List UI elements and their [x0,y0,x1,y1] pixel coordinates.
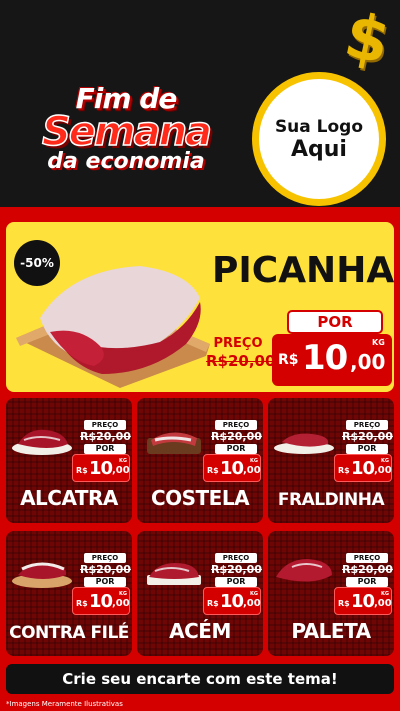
old-price: R$20,00 [342,563,393,576]
price-tag: R$ 10 ,00 KG [334,454,392,482]
price-tag: R$ 10 ,00 KG [72,587,130,615]
price-decimal: ,00 [374,465,392,476]
price-tag: R$ 10 ,00 KG [203,454,261,482]
featured-offer-card[interactable]: -50% PICANHA POR PREÇO R$20,00 R$ 10 ,00… [6,222,394,392]
product-name: PALETA [291,619,371,643]
fraldinha-image [274,433,334,454]
preco-label: PREÇO [215,420,257,430]
cta-banner[interactable]: Crie seu encarte com este tema! [6,664,394,694]
header: $ Fim de Semana da economia Sua Logo Aqu… [0,0,400,215]
price-tag: R$ 10 ,00 KG [203,587,261,615]
paleta-image [276,559,332,582]
price-decimal: ,00 [350,350,386,374]
preco-label: PREÇO [84,553,126,563]
por-label: POR [287,310,383,334]
product-card[interactable]: PREÇO R$20,00 POR R$ 10 ,00 KG ALCATRA [6,398,132,523]
price-unit: KG [250,591,258,597]
por-label: POR [215,577,257,587]
product-name: ACÉM [169,619,231,643]
product-name: CONTRA FILÉ [9,623,129,643]
preco-label: PREÇO [84,420,126,430]
price-integer: 10 [302,338,348,378]
logo-placeholder[interactable]: Sua Logo Aqui [252,72,386,206]
old-price: R$20,00 [342,430,393,443]
promo-title: Fim de Semana da economia [16,82,236,182]
price-integer: 10 [89,591,113,612]
por-label: POR [84,577,126,587]
acem-image [147,563,201,585]
currency: R$ [207,466,219,475]
price-unit: KG [119,458,127,464]
product-card[interactable]: PREÇO R$20,00 POR R$ 10 ,00 KG COSTELA [137,398,263,523]
price-unit: KG [372,338,385,347]
title-line-3: da economia [47,149,205,174]
old-price: R$20,00 [206,352,276,370]
preco-label: PREÇO [215,553,257,563]
product-name: FRALDINHA [277,490,385,510]
preco-label: PREÇO [346,553,388,563]
price-decimal: ,00 [374,598,392,609]
price-unit: KG [119,591,127,597]
price-integer: 10 [351,458,375,479]
logo-text-2: Aqui [291,136,347,162]
featured-price-tag: R$ 10 ,00 KG [272,334,392,386]
currency: R$ [76,599,88,608]
dollar-coin-icon: $ [338,0,396,79]
product-name: ALCATRA [20,486,118,510]
currency: R$ [338,599,350,608]
preco-label: PREÇO [346,420,388,430]
currency: R$ [76,466,88,475]
price-unit: KG [381,591,389,597]
price-unit: KG [250,458,258,464]
old-price: R$20,00 [80,563,131,576]
price-integer: 10 [220,458,244,479]
price-decimal: ,00 [112,598,130,609]
price-tag: R$ 10 ,00 KG [72,454,130,482]
disclaimer-text: *Imagens Meramente Ilustrativas [6,700,123,708]
price-decimal: ,00 [243,598,261,609]
price-tag: R$ 10 ,00 KG [334,587,392,615]
product-card[interactable]: PREÇO R$20,00 POR R$ 10 ,00 KG CONTRA FI… [6,531,132,656]
logo-text-1: Sua Logo [274,116,364,137]
currency: R$ [338,466,350,475]
product-card[interactable]: PREÇO R$20,00 POR R$ 10 ,00 KG PALETA [268,531,394,656]
por-label: POR [215,444,257,454]
product-card[interactable]: PREÇO R$20,00 POR R$ 10 ,00 KG FRALDINHA [268,398,394,523]
por-label: POR [346,577,388,587]
discount-badge: -50% [14,240,60,286]
contra-file-image [12,562,72,588]
price-unit: KG [381,458,389,464]
costela-image [147,432,201,454]
featured-product-name: PICANHA [212,250,394,291]
old-price: R$20,00 [211,430,262,443]
price-integer: 10 [220,591,244,612]
currency: R$ [278,352,299,368]
price-decimal: ,00 [243,465,261,476]
product-card[interactable]: PREÇO R$20,00 POR R$ 10 ,00 KG ACÉM [137,531,263,656]
old-price: R$20,00 [80,430,131,443]
price-integer: 10 [351,591,375,612]
old-price: R$20,00 [211,563,262,576]
currency: R$ [207,599,219,608]
preco-label: PREÇO [213,336,263,351]
price-integer: 10 [89,458,113,479]
product-name: COSTELA [150,486,250,510]
por-label: POR [346,444,388,454]
alcatra-image [12,429,72,455]
price-decimal: ,00 [112,465,130,476]
por-label: POR [84,444,126,454]
